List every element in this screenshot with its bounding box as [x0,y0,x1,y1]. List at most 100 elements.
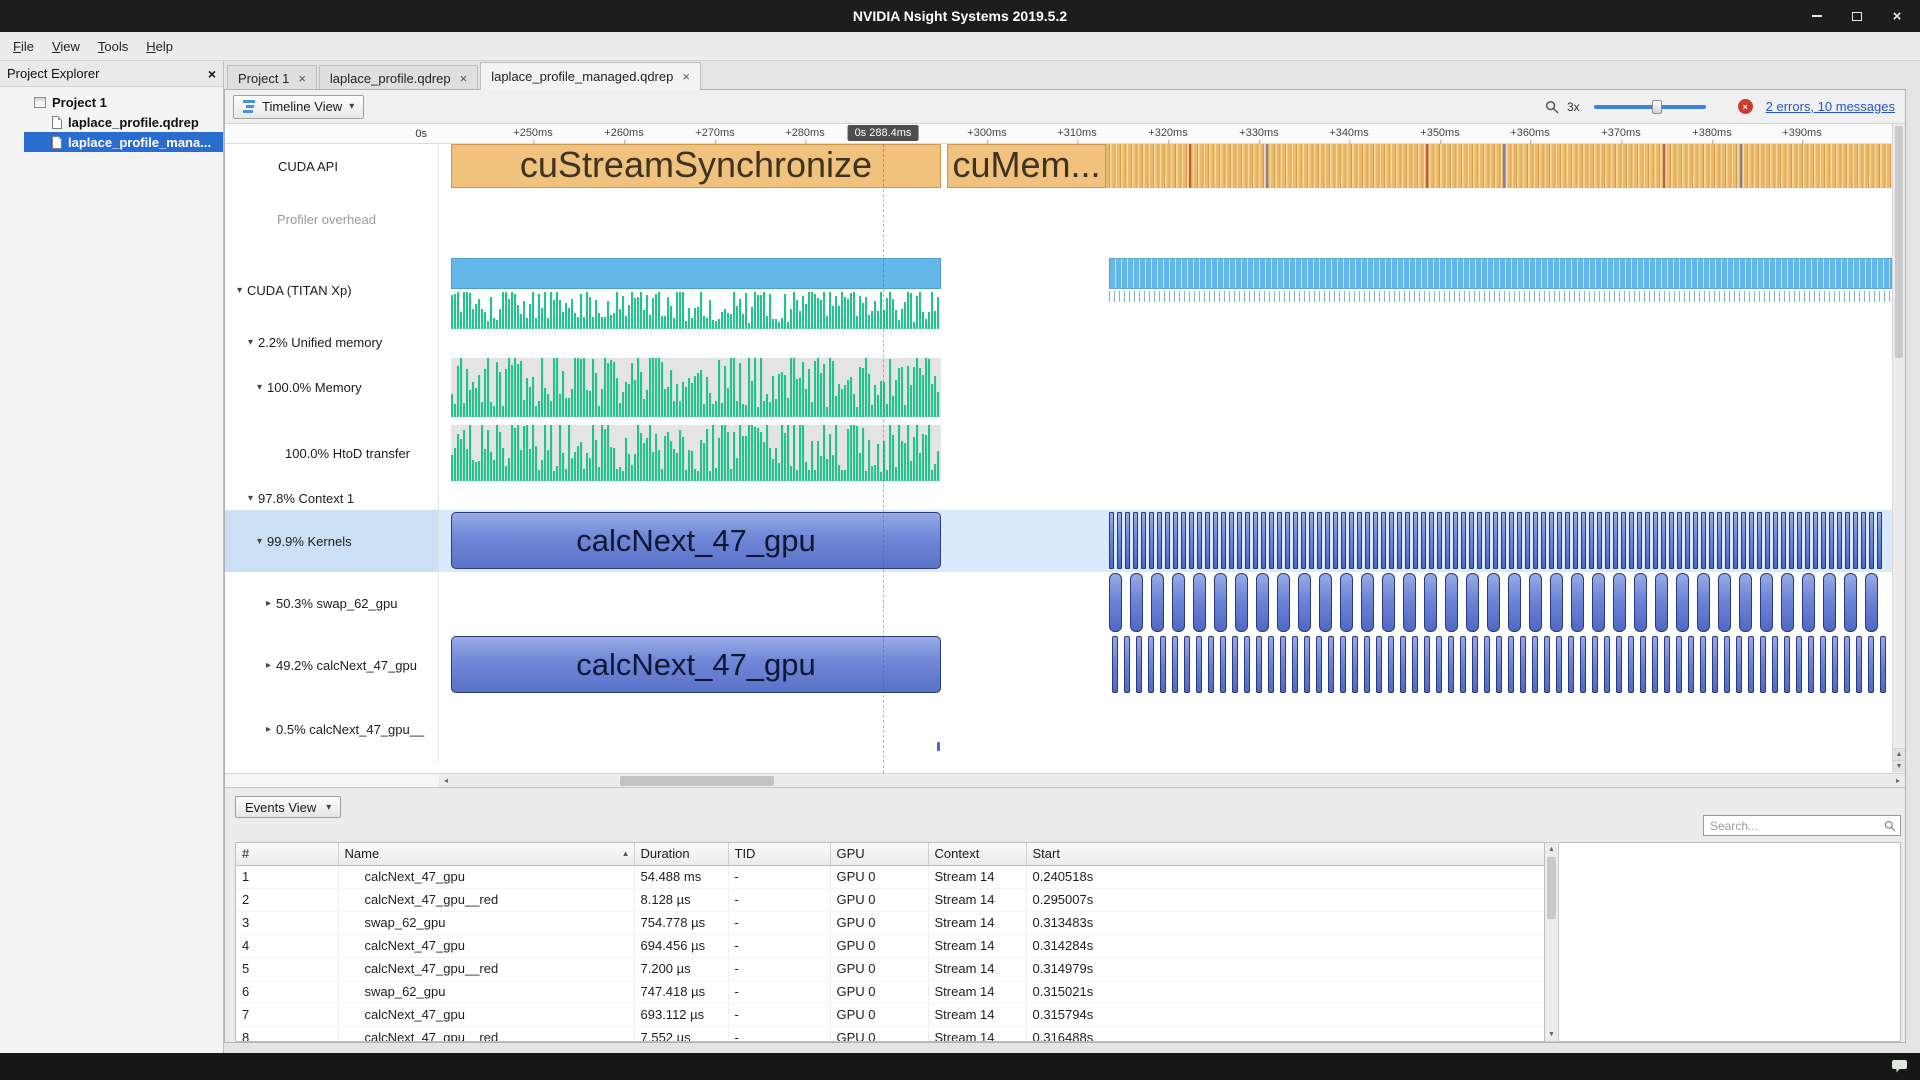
chat-bubble-icon[interactable] [1891,1059,1908,1074]
api-bar-cumem[interactable]: cuMem... [947,144,1106,188]
row-track-swap[interactable] [439,572,1892,634]
event-row[interactable]: 7 calcNext_47_gpu 693.112 µs - GPU 0 Str… [236,1003,1545,1026]
row-track-kernels[interactable]: calcNext_47_gpu [439,510,1892,572]
expander-collapsed-icon[interactable]: ▸ [266,598,271,609]
col-header-name[interactable]: Name▲ [338,843,634,865]
close-icon[interactable]: × [298,72,306,85]
search-input[interactable] [1710,819,1884,833]
kernel-mini-tick[interactable] [937,742,940,751]
event-row[interactable]: 8 calcNext_47_gpu__red 7.552 µs - GPU 0 … [236,1026,1545,1042]
hscroll-track[interactable] [453,774,1891,787]
minimize-button[interactable] [1804,0,1830,32]
calcnext-dense-activity[interactable] [1112,636,1888,693]
tree-item-project[interactable]: Project 1 [0,92,223,112]
row-label-context1[interactable]: ▾ 97.8% Context 1 [225,486,439,510]
view-selector-dropdown[interactable]: Timeline View ▾ [233,95,364,119]
row-track-htod[interactable] [439,421,1892,486]
row-track-calcnext-red[interactable] [439,696,1892,763]
expander-expanded-icon[interactable]: ▾ [257,382,262,393]
api-dense-activity[interactable] [1106,144,1892,188]
errors-messages-link[interactable]: 2 errors, 10 messages [1766,99,1895,114]
kernel-dense-activity[interactable] [1109,512,1888,569]
expander-collapsed-icon[interactable]: ▸ [266,660,271,671]
scroll-up-icon[interactable]: ▲ [1545,843,1558,856]
row-track-cuda-api[interactable]: cuStreamSynchronize cuMem... [439,144,1892,189]
menu-help[interactable]: Help [137,35,182,58]
row-label-cuda-api[interactable]: CUDA API [225,144,439,189]
event-row[interactable]: 6 swap_62_gpu 747.418 µs - GPU 0 Stream … [236,980,1545,1003]
zoom-slider-handle[interactable] [1652,100,1662,114]
col-header-start[interactable]: Start [1026,843,1545,865]
kernel-bar-calcnext[interactable]: calcNext_47_gpu [451,636,941,693]
device-activity-bar[interactable] [451,258,941,289]
close-icon[interactable]: × [460,72,468,85]
row-label-memory[interactable]: ▾ 100.0% Memory [225,354,439,421]
scroll-down-icon[interactable]: ▼ [1893,760,1905,772]
ruler-track[interactable]: +250ms +260ms +270ms +280ms +300ms +310m… [439,124,1892,143]
event-cell: calcNext_47_gpu [338,1003,634,1026]
expander-expanded-icon[interactable]: ▾ [237,285,242,296]
vscroll-thumb[interactable] [1895,126,1903,358]
menu-tools[interactable]: Tools [89,35,137,58]
scroll-up-icon[interactable]: ▲ [1893,748,1905,760]
scroll-left-icon[interactable]: ◂ [439,774,453,787]
panel-close-icon[interactable]: × [208,67,216,81]
event-row[interactable]: 2 calcNext_47_gpu__red 8.128 µs - GPU 0 … [236,888,1545,911]
scroll-down-icon[interactable]: ▼ [1545,1028,1558,1041]
row-label-calcnext[interactable]: ▸ 49.2% calcNext_47_gpu [225,634,439,696]
tree-item-qdrep[interactable]: laplace_profile.qdrep [0,112,223,132]
event-row[interactable]: 3 swap_62_gpu 754.778 µs - GPU 0 Stream … [236,911,1545,934]
col-header-context[interactable]: Context [928,843,1026,865]
row-label-kernels[interactable]: ▾ 99.9% Kernels [225,510,439,572]
device-activity-dense[interactable] [1109,258,1892,289]
row-label-unified-memory[interactable]: ▾ 2.2% Unified memory [225,331,439,354]
zoom-icon [1545,100,1559,114]
expander-expanded-icon[interactable]: ▾ [248,337,253,348]
menu-view[interactable]: View [43,35,89,58]
close-button[interactable]: × [1884,0,1910,32]
swap-kernel-pills[interactable] [1109,573,1888,632]
row-track-context1[interactable] [439,486,1892,510]
row-track-memory[interactable] [439,354,1892,421]
row-label-swap[interactable]: ▸ 50.3% swap_62_gpu [225,572,439,634]
kernel-bar-calcnext[interactable]: calcNext_47_gpu [451,512,941,569]
row-track-profiler-overhead[interactable] [439,189,1892,249]
timeline-vscrollbar[interactable]: ▲ ▼ [1892,124,1905,773]
event-row[interactable]: 1 calcNext_47_gpu 54.488 ms - GPU 0 Stre… [236,865,1545,888]
tab-laplace-profile-managed[interactable]: laplace_profile_managed.qdrep × [480,62,701,90]
row-label-profiler-overhead[interactable]: Profiler overhead [225,189,439,249]
col-header-gpu[interactable]: GPU [830,843,928,865]
row-label-calcnext-red[interactable]: ▸ 0.5% calcNext_47_gpu__ [225,696,439,763]
events-scrollbar[interactable]: ▲ ▼ [1545,842,1559,1042]
expander-expanded-icon[interactable]: ▾ [248,493,253,504]
timeline-ruler[interactable]: 0s +250ms +260ms +270ms +280ms +300ms +3… [225,124,1892,144]
event-cell: calcNext_47_gpu__red [338,957,634,980]
maximize-button[interactable] [1844,0,1870,32]
row-label-cuda-device[interactable]: ▾ CUDA (TITAN Xp) [225,249,439,331]
tree-item-qdrep-managed[interactable]: laplace_profile_mana... [24,132,223,152]
row-track-cuda-device[interactable] [439,249,1892,331]
row-label-htod[interactable]: 100.0% HtoD transfer [225,421,439,486]
tab-project-1[interactable]: Project 1 × [227,65,317,90]
hscroll-thumb[interactable] [620,776,774,786]
expander-expanded-icon[interactable]: ▾ [257,536,262,547]
tree-item-label: laplace_profile.qdrep [68,115,199,130]
api-bar-custreamsynchronize[interactable]: cuStreamSynchronize [451,144,941,188]
col-header-index[interactable]: # [236,843,338,865]
row-track-unified-memory[interactable] [439,331,1892,354]
row-track-calcnext[interactable]: calcNext_47_gpu [439,634,1892,696]
menu-file[interactable]: File [4,35,43,58]
col-header-duration[interactable]: Duration [634,843,728,865]
event-row[interactable]: 4 calcNext_47_gpu 694.456 µs - GPU 0 Str… [236,934,1545,957]
expander-collapsed-icon[interactable]: ▸ [266,724,271,735]
minimize-icon [1812,15,1822,17]
events-view-dropdown[interactable]: Events View ▾ [235,796,341,818]
tab-laplace-profile[interactable]: laplace_profile.qdrep × [319,65,478,90]
zoom-slider[interactable] [1594,105,1706,109]
scroll-right-icon[interactable]: ▸ [1891,774,1905,787]
event-row[interactable]: 5 calcNext_47_gpu__red 7.200 µs - GPU 0 … [236,957,1545,980]
col-header-tid[interactable]: TID [728,843,830,865]
timeline-hscrollbar[interactable]: ◂ ▸ [225,773,1905,787]
events-scroll-thumb[interactable] [1547,857,1556,919]
close-icon[interactable]: × [682,70,690,83]
